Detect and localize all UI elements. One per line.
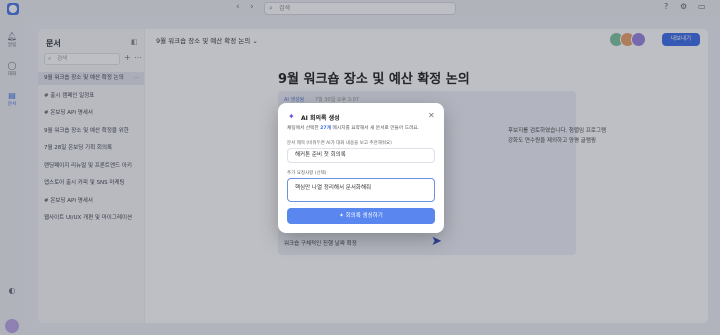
extra-request-label: 추가 요청사항 (선택) (287, 171, 327, 176)
extra-request-field[interactable]: 핵심만 나열 정리해서 문서화해줘 (287, 178, 435, 202)
message-count: 27개 (320, 126, 332, 131)
ai-minutes-dialog: ✦ AI 회의록 생성 ✕ 채팅에서 선택한 27개 메시지를 요약해서 새 문… (278, 103, 444, 233)
mouse-cursor-icon: ➤ (431, 234, 442, 249)
dialog-title: AI 회의록 생성 (301, 115, 340, 122)
sparkle-icon: ✦ (288, 112, 295, 121)
desc-prefix: 채팅에서 선택한 (287, 126, 321, 131)
close-icon[interactable]: ✕ (428, 111, 435, 120)
generate-minutes-button[interactable]: ✦ 회의록 생성하기 (287, 208, 435, 224)
document-title-field[interactable]: 해커톤 준비 첫 회의록 (287, 148, 435, 163)
title-field-label: 문서 제목 (비워두면 AI가 대화 내용을 보고 추천해줘요) (287, 141, 392, 146)
dialog-description: 채팅에서 선택한 27개 메시지를 요약해서 새 문서로 만들어 드려요. (287, 125, 419, 131)
sparkle-icon: ✦ (339, 213, 344, 219)
generate-minutes-label: 회의록 생성하기 (345, 213, 383, 219)
desc-suffix: 메시지를 요약해서 새 문서로 만들어 드려요. (331, 126, 420, 131)
